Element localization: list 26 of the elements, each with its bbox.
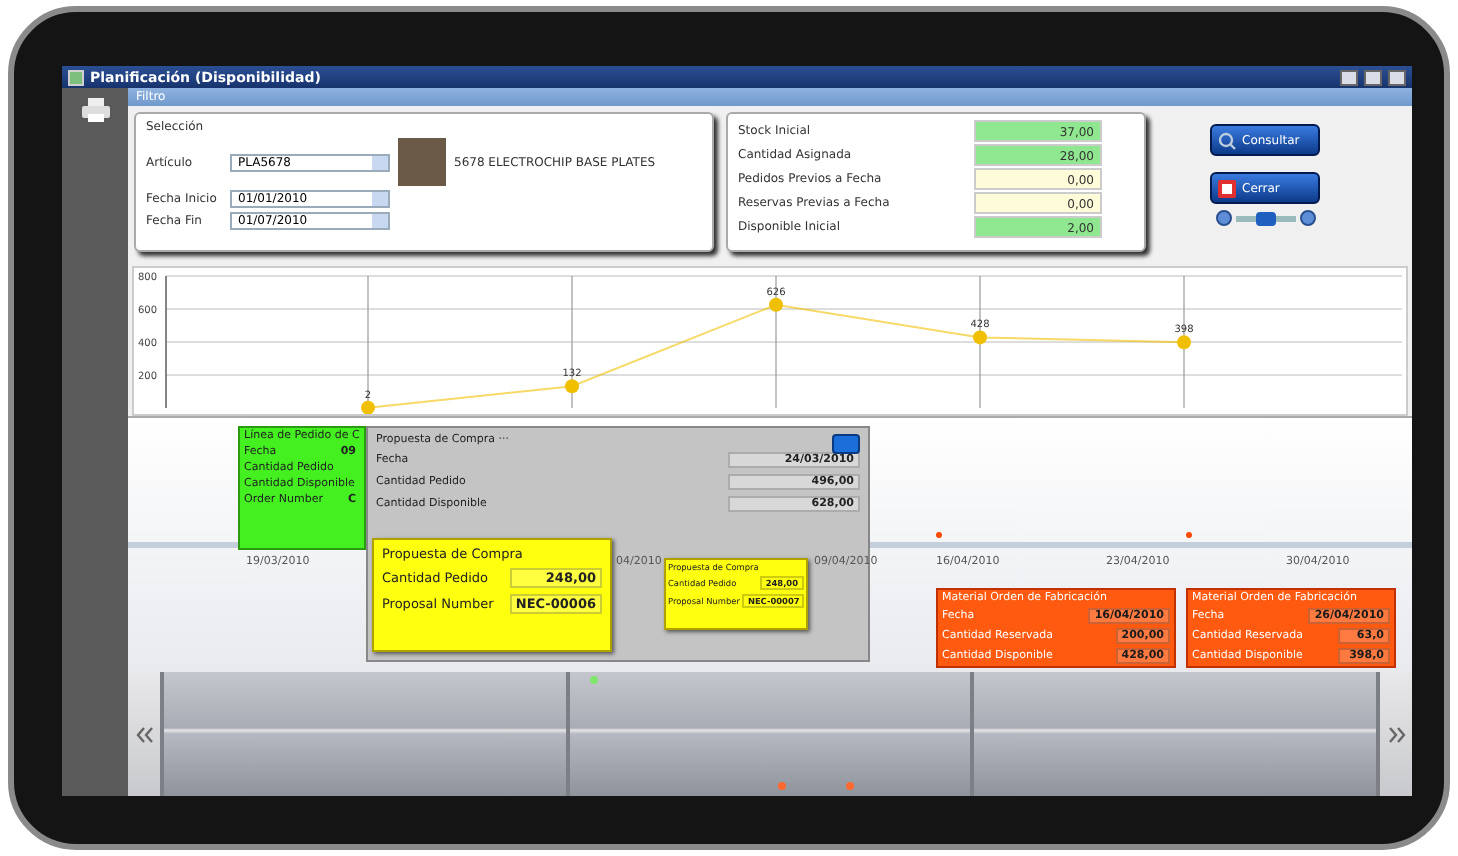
maximize-button[interactable] [1364, 69, 1382, 85]
next-button[interactable] [1380, 672, 1413, 796]
data-point [1177, 335, 1191, 350]
search-icon [1218, 131, 1236, 149]
photo-placeholder [398, 138, 446, 186]
close-icon [1218, 179, 1236, 197]
zoom-out-button[interactable] [1215, 210, 1231, 226]
app-icon [68, 69, 84, 85]
double-left-arrow-icon [135, 725, 153, 743]
event-marker [777, 782, 786, 790]
data-point [565, 379, 579, 394]
double-right-arrow-icon [1387, 725, 1406, 743]
close-button[interactable] [1388, 69, 1406, 85]
zoom-slider[interactable] [1235, 215, 1295, 221]
event-marker [845, 782, 854, 790]
event-marker [1186, 532, 1192, 538]
zoom-in-button[interactable] [1299, 210, 1315, 226]
info-button[interactable] [832, 434, 860, 454]
printer-icon[interactable] [79, 96, 111, 124]
minimize-button[interactable] [1340, 69, 1358, 85]
event-marker [589, 676, 598, 684]
event-marker [936, 532, 942, 538]
data-point [769, 297, 783, 312]
slider-thumb[interactable] [1255, 211, 1275, 225]
data-point [361, 400, 375, 414]
data-point [973, 330, 987, 345]
